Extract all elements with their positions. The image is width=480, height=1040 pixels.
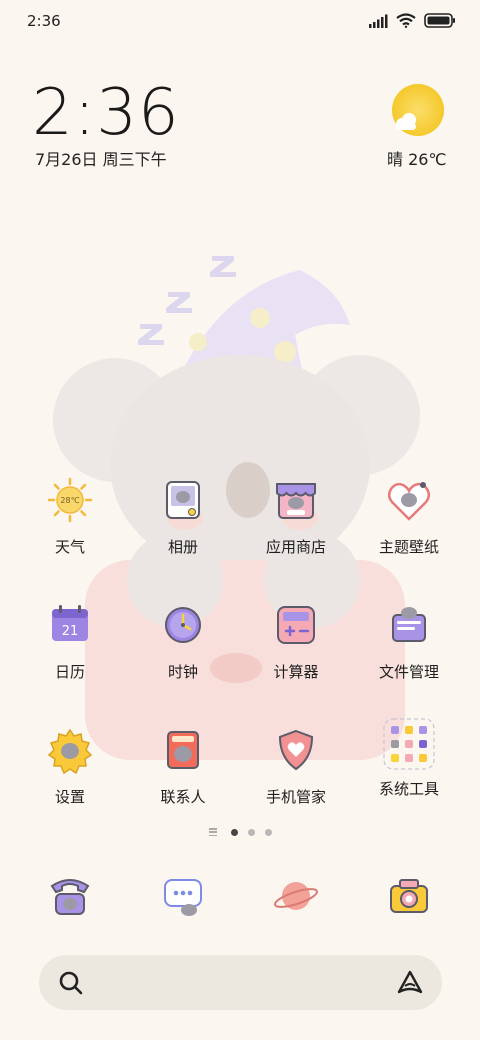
page-indicator[interactable] xyxy=(0,828,480,836)
messages-icon xyxy=(164,879,202,916)
gallery-icon xyxy=(166,481,200,519)
app-file-manager-label: 文件管理 xyxy=(378,663,439,681)
weather-widget-text[interactable]: 晴 26℃ xyxy=(387,146,446,170)
assistant-icon[interactable] xyxy=(396,969,424,997)
app-calendar[interactable]: 21 日历 xyxy=(20,601,120,682)
dock-phone[interactable] xyxy=(20,872,120,920)
app-app-store[interactable]: 应用商店 xyxy=(246,476,346,557)
weather-badge-temp: 28℃ xyxy=(60,496,79,505)
calculator-icon xyxy=(277,606,315,644)
themes-icon xyxy=(388,482,430,521)
app-gallery[interactable]: 相册 xyxy=(133,476,233,557)
app-store-icon xyxy=(276,483,316,519)
app-gallery-label: 相册 xyxy=(167,538,198,556)
settings-icon xyxy=(47,728,93,774)
page-list-icon[interactable] xyxy=(208,828,217,836)
app-clock-label: 时钟 xyxy=(167,663,198,681)
app-calculator[interactable]: 计算器 xyxy=(246,601,346,682)
page-dot-2[interactable] xyxy=(247,828,255,836)
page-dot-3[interactable] xyxy=(264,828,272,836)
camera-icon xyxy=(390,879,428,913)
weather-sun-icon: 28℃ xyxy=(47,477,93,523)
app-file-manager[interactable]: 文件管理 xyxy=(359,601,459,682)
app-app-store-label: 应用商店 xyxy=(265,538,326,556)
dock-camera[interactable] xyxy=(359,872,459,920)
wifi-icon xyxy=(396,13,416,28)
file-manager-icon xyxy=(392,607,426,642)
page-dot-1[interactable] xyxy=(230,828,238,836)
phone-icon xyxy=(50,879,90,915)
battery-icon xyxy=(424,13,455,28)
app-contacts[interactable]: 联系人 xyxy=(133,726,233,807)
sun-cloud-icon[interactable] xyxy=(390,84,446,140)
app-system-tools-folder[interactable]: 系统工具 xyxy=(359,718,459,799)
app-weather[interactable]: 28℃ 天气 xyxy=(20,476,120,557)
app-calendar-label: 日历 xyxy=(54,663,85,681)
dock-messages[interactable] xyxy=(133,872,233,920)
search-bar[interactable] xyxy=(39,955,442,1010)
status-time: 2:36 xyxy=(27,12,61,30)
status-bar: 2:36 xyxy=(0,0,480,42)
search-icon[interactable] xyxy=(57,969,85,997)
app-settings-label: 设置 xyxy=(54,788,85,806)
signal-icon xyxy=(369,14,388,28)
app-themes[interactable]: 主题壁纸 xyxy=(359,476,459,557)
app-security[interactable]: 手机管家 xyxy=(246,726,346,807)
security-icon xyxy=(278,729,314,771)
app-clock[interactable]: 时钟 xyxy=(133,601,233,682)
clock-widget-date[interactable]: 7月26日 周三下午 xyxy=(35,146,167,170)
app-calculator-label: 计算器 xyxy=(273,663,319,681)
app-themes-label: 主题壁纸 xyxy=(378,538,439,556)
system-tools-folder-icon xyxy=(383,718,435,770)
dock-browser[interactable] xyxy=(246,872,346,920)
browser-planet-icon xyxy=(273,882,319,910)
calendar-day: 21 xyxy=(62,624,79,639)
app-weather-label: 天气 xyxy=(54,538,85,556)
calendar-icon: 21 xyxy=(52,605,88,641)
app-contacts-label: 联系人 xyxy=(160,788,206,806)
contacts-icon xyxy=(167,731,199,769)
app-settings[interactable]: 设置 xyxy=(20,726,120,807)
app-security-label: 手机管家 xyxy=(265,788,326,806)
clock-widget-time[interactable]: 2:36 xyxy=(32,76,180,150)
app-system-tools-label: 系统工具 xyxy=(378,780,439,798)
clock-icon xyxy=(165,607,201,643)
